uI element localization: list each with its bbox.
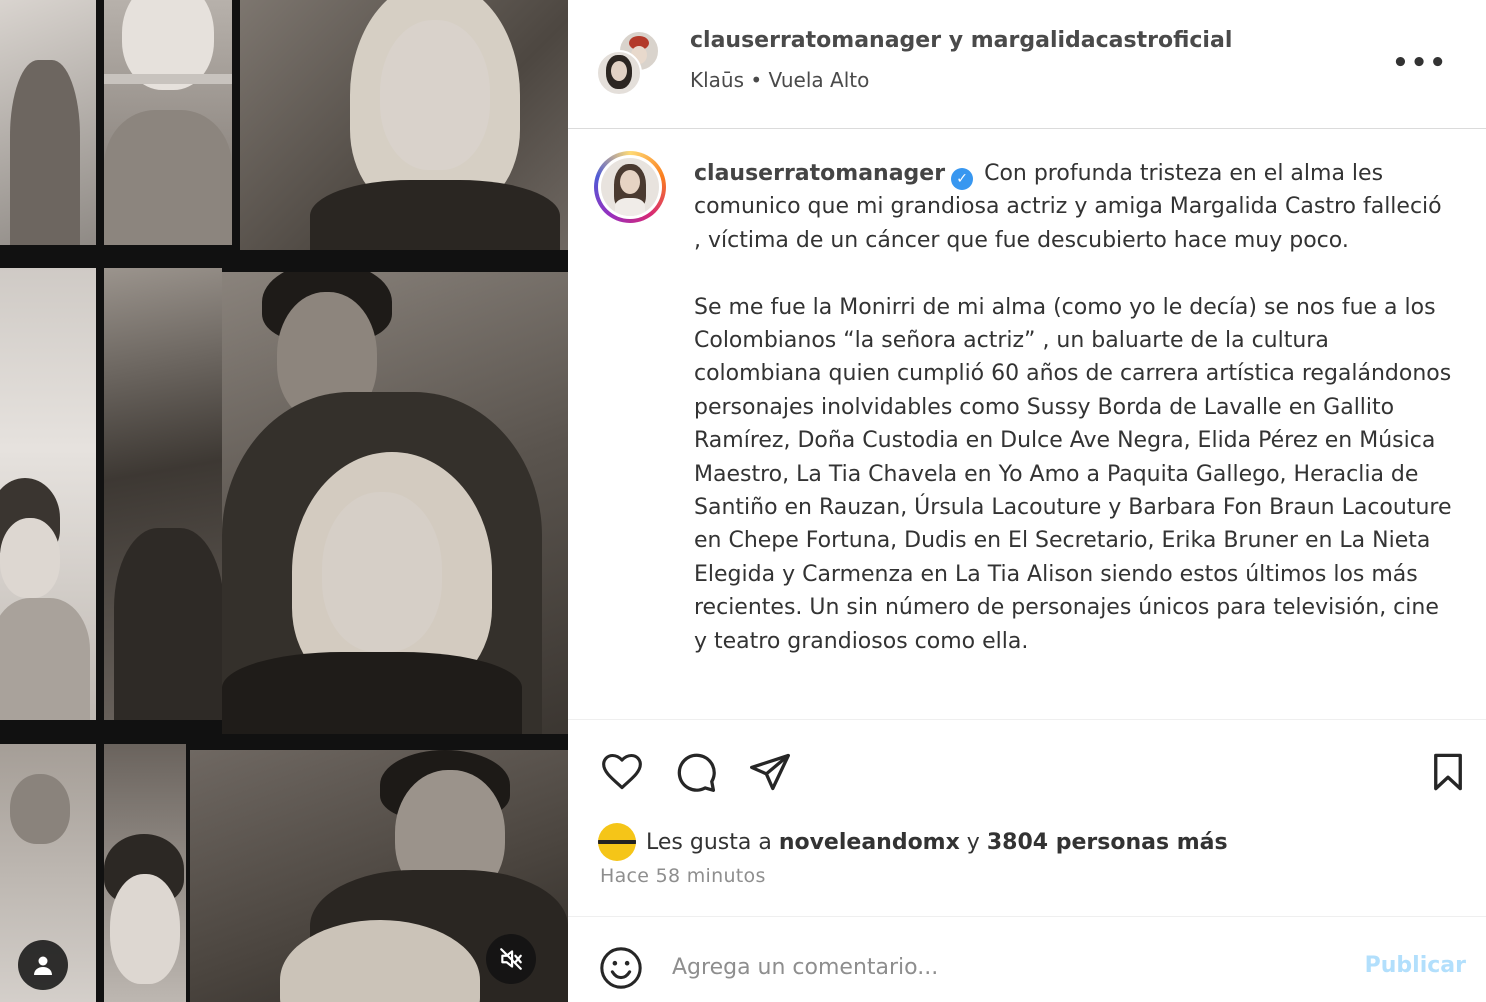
mute-button[interactable]: [486, 934, 536, 984]
smiley-icon: [600, 947, 642, 989]
caption-section: clauserratomanager ✓ Con profunda tristez…: [568, 129, 1486, 719]
send-icon: [750, 753, 790, 791]
photo-frame: [222, 272, 568, 734]
save-button[interactable]: [1424, 748, 1472, 796]
comment-input[interactable]: [672, 947, 1332, 987]
photo-frame: [104, 744, 186, 1002]
user-tag-button[interactable]: [18, 940, 68, 990]
more-horizontal-icon: •••: [1392, 48, 1448, 78]
photo-frame: [0, 0, 96, 245]
divider: [568, 719, 1486, 720]
caption-text: clauserratomanager ✓ Con profunda tristez…: [694, 157, 1454, 691]
bookmark-icon: [1434, 753, 1462, 791]
comment-button[interactable]: [672, 748, 720, 796]
likes-count[interactable]: 3804 personas más: [987, 830, 1228, 855]
likes-summary[interactable]: Les gusta a noveleandomx y 3804 personas…: [598, 822, 1228, 862]
post-media[interactable]: [0, 0, 568, 1002]
muted-speaker-icon: [500, 948, 522, 970]
photo-frame: [240, 0, 568, 250]
caption-avatar[interactable]: [594, 151, 666, 223]
comment-bar: Publicar: [568, 917, 1486, 1002]
photo-frame: [104, 268, 222, 720]
liker-username[interactable]: noveleandomx: [779, 830, 960, 855]
post-header: clauserratomanager y margalidacastrofici…: [568, 0, 1486, 129]
like-button[interactable]: [598, 748, 646, 796]
avatar[interactable]: [598, 823, 636, 861]
share-button[interactable]: [746, 748, 794, 796]
publish-button[interactable]: Publicar: [1365, 953, 1466, 978]
action-bar: [568, 740, 1486, 800]
header-usernames[interactable]: clauserratomanager y margalidacastrofici…: [690, 28, 1232, 53]
caption-username[interactable]: clauserratomanager: [694, 161, 945, 186]
audio-track[interactable]: Klaūs • Vuela Alto: [690, 68, 869, 92]
post-timestamp[interactable]: Hace 58 minutos: [600, 865, 766, 887]
post-panel: clauserratomanager y margalidacastrofici…: [568, 0, 1486, 1002]
photo-frame: [104, 0, 232, 245]
photo-frame: [0, 268, 96, 720]
comment-icon: [677, 753, 716, 792]
avatar[interactable]: [596, 50, 642, 96]
likes-connector: y: [966, 829, 980, 855]
user-tag-icon: [34, 956, 52, 975]
collab-avatars[interactable]: [596, 30, 662, 96]
likes-prefix: Les gusta a: [646, 829, 772, 855]
emoji-button[interactable]: [598, 945, 644, 991]
verified-badge-icon: ✓: [951, 168, 974, 190]
more-options-button[interactable]: •••: [1392, 48, 1448, 78]
heart-icon: [602, 753, 642, 790]
caption-paragraph: Se me fue la Monirri de mi alma (como yo…: [694, 294, 1452, 654]
avatar: [601, 158, 659, 216]
